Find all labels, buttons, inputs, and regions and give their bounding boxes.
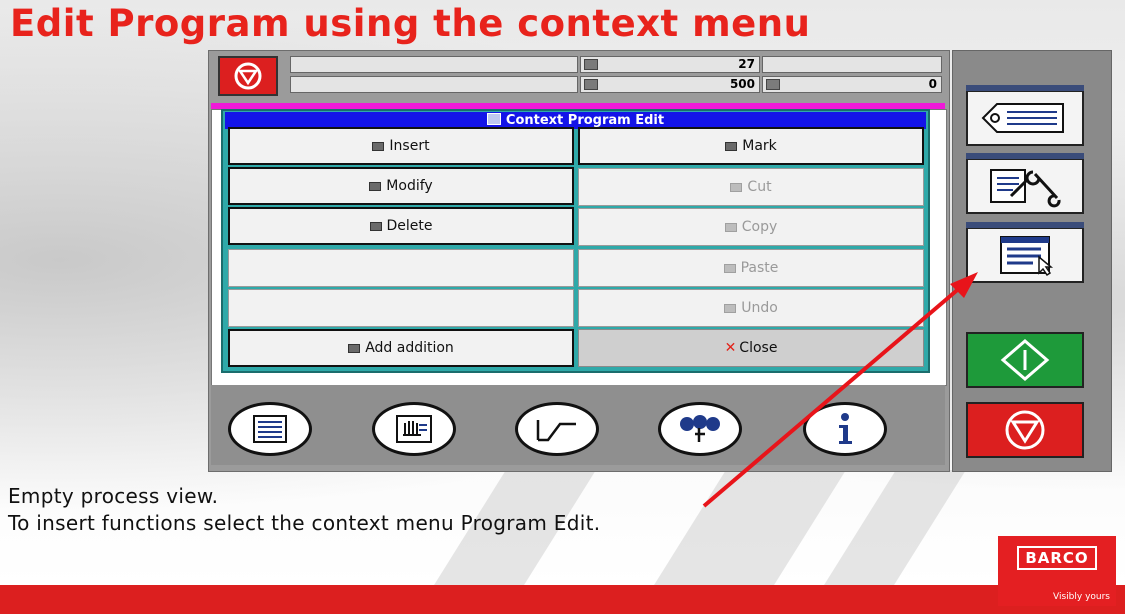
caption-line-1: Empty process view.: [8, 484, 219, 508]
barco-logo: BARCO Visibly yours: [998, 536, 1116, 606]
logo-tagline: Visibly yours: [1053, 592, 1110, 602]
footer-bar: [0, 585, 1125, 614]
caption-line-2: To insert functions select the context m…: [8, 511, 601, 535]
logo-wordmark: BARCO: [1017, 546, 1097, 570]
